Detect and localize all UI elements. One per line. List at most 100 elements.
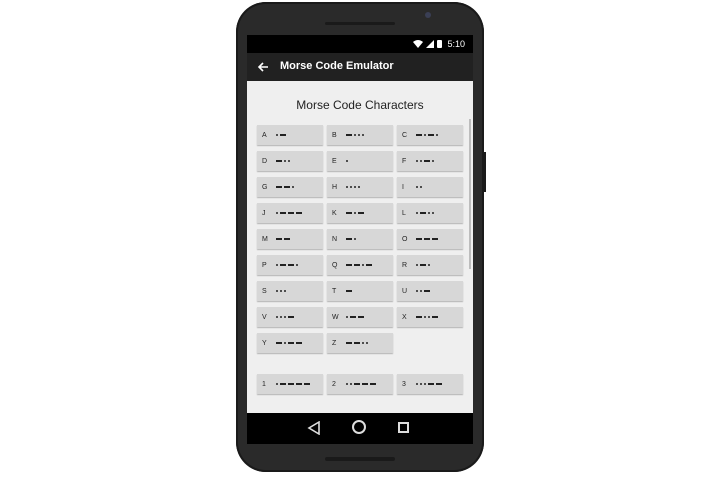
morse-key-i[interactable]: I (397, 177, 463, 197)
morse-key-1[interactable]: 1 (257, 374, 323, 394)
morse-key-3[interactable]: 3 (397, 374, 463, 394)
morse-key-o[interactable]: O (397, 229, 463, 249)
content-area[interactable]: Morse Code Characters A B C D E F G H I J K L M N O P Q R… (247, 81, 473, 413)
morse-dot (284, 316, 286, 318)
letters-grid: A B C D E F G H I J K L M N O P Q R S T U V W X Y Z (257, 125, 465, 353)
morse-key-w[interactable]: W (327, 307, 393, 327)
morse-key-j[interactable]: J (257, 203, 323, 223)
scrollbar[interactable] (469, 119, 471, 269)
morse-key-u[interactable]: U (397, 281, 463, 301)
morse-key-v[interactable]: V (257, 307, 323, 327)
morse-dot (420, 290, 422, 292)
morse-key-t[interactable]: T (327, 281, 393, 301)
app-title: Morse Code Emulator (280, 60, 394, 72)
morse-code (416, 383, 442, 385)
morse-dot (362, 342, 364, 344)
morse-dash (284, 186, 290, 188)
key-character: P (262, 261, 267, 269)
morse-dash (280, 383, 286, 385)
morse-code (346, 264, 372, 266)
morse-key-k[interactable]: K (327, 203, 393, 223)
morse-dash (276, 186, 282, 188)
bottom-speaker (325, 457, 395, 461)
morse-key-m[interactable]: M (257, 229, 323, 249)
morse-key-f[interactable]: F (397, 151, 463, 171)
morse-dash (416, 316, 422, 318)
morse-dash (362, 383, 368, 385)
morse-key-a[interactable]: A (257, 125, 323, 145)
morse-code (276, 134, 286, 136)
morse-dash (354, 342, 360, 344)
morse-key-p[interactable]: P (257, 255, 323, 275)
morse-code (416, 264, 430, 266)
morse-dot (416, 383, 418, 385)
morse-key-x[interactable]: X (397, 307, 463, 327)
signal-icon (426, 40, 435, 48)
morse-key-n[interactable]: N (327, 229, 393, 249)
nav-home-icon[interactable] (352, 420, 366, 434)
morse-dot (416, 212, 418, 214)
morse-code (416, 186, 422, 188)
arrow-back-icon[interactable] (255, 59, 271, 75)
morse-key-b[interactable]: B (327, 125, 393, 145)
morse-dash (346, 212, 352, 214)
morse-key-q[interactable]: Q (327, 255, 393, 275)
morse-dot (276, 290, 278, 292)
morse-dash (296, 342, 302, 344)
wifi-icon (413, 40, 424, 48)
morse-key-c[interactable]: C (397, 125, 463, 145)
morse-dash (354, 264, 360, 266)
morse-key-d[interactable]: D (257, 151, 323, 171)
morse-key-l[interactable]: L (397, 203, 463, 223)
morse-dot (358, 186, 360, 188)
morse-dash (288, 212, 294, 214)
morse-dot (428, 264, 430, 266)
key-character: J (262, 209, 266, 217)
morse-key-2[interactable]: 2 (327, 374, 393, 394)
morse-code (276, 160, 290, 162)
morse-dot (346, 316, 348, 318)
morse-code (346, 212, 364, 214)
morse-dot (276, 383, 278, 385)
morse-dot (350, 186, 352, 188)
morse-dot (420, 160, 422, 162)
morse-dash (304, 383, 310, 385)
morse-key-e[interactable]: E (327, 151, 393, 171)
morse-dot (276, 134, 278, 136)
morse-dot (354, 238, 356, 240)
morse-dash (432, 316, 438, 318)
morse-dot (276, 316, 278, 318)
morse-code (346, 186, 360, 188)
morse-dash (358, 212, 364, 214)
key-character: 1 (262, 380, 266, 388)
morse-dot (346, 160, 348, 162)
morse-key-y[interactable]: Y (257, 333, 323, 353)
morse-dash (420, 212, 426, 214)
key-character: T (332, 287, 337, 295)
morse-code (346, 238, 356, 240)
morse-code (346, 342, 368, 344)
morse-code (416, 212, 434, 214)
morse-dot (416, 264, 418, 266)
morse-dash (424, 160, 430, 162)
morse-key-h[interactable]: H (327, 177, 393, 197)
nav-back-icon[interactable] (307, 421, 321, 435)
nav-recents-icon[interactable] (398, 422, 409, 433)
morse-dash (350, 316, 356, 318)
morse-dot (296, 264, 298, 266)
top-speaker (325, 22, 395, 25)
status-bar: 5:10 (247, 35, 473, 53)
morse-dash (416, 238, 422, 240)
morse-key-s[interactable]: S (257, 281, 323, 301)
key-character: 2 (332, 380, 336, 388)
morse-code (276, 238, 290, 240)
morse-key-g[interactable]: G (257, 177, 323, 197)
key-character: Q (332, 261, 338, 269)
morse-dot (424, 383, 426, 385)
morse-key-r[interactable]: R (397, 255, 463, 275)
morse-key-z[interactable]: Z (327, 333, 393, 353)
morse-dot (366, 342, 368, 344)
morse-code (416, 290, 430, 292)
key-character: V (262, 313, 267, 321)
morse-dash (280, 264, 286, 266)
